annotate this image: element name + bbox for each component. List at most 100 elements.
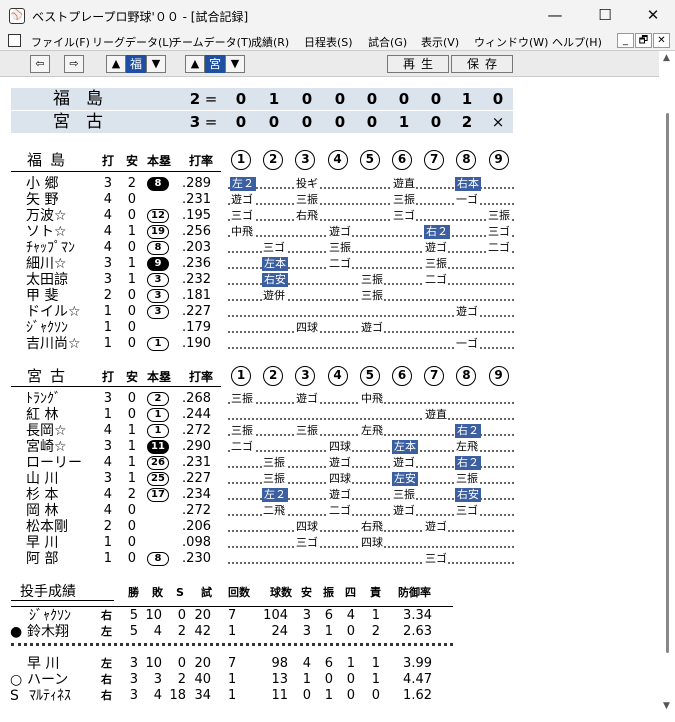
menu-view[interactable]: 表示(V) — [421, 34, 459, 50]
section-rule — [11, 171, 221, 172]
pitching-header: 敗 — [152, 586, 163, 599]
pitching-header: 振 — [323, 586, 334, 599]
pitcher-stat: 34 — [194, 688, 211, 703]
player-avg: .206 — [182, 519, 211, 534]
player-name[interactable]: 甲 斐 — [26, 288, 58, 304]
scroll-down-icon[interactable]: ▼ — [663, 701, 670, 711]
player-name[interactable]: ローリー — [26, 455, 82, 471]
menu-schedule[interactable]: 日程表(S) — [304, 34, 353, 50]
player-hits: 2 — [127, 487, 136, 502]
at-bat-result: 三振 — [230, 424, 254, 438]
vertical-scrollbar[interactable]: ▲ ▼ — [659, 51, 675, 722]
pitcher-name[interactable]: ハーン — [27, 672, 68, 688]
pitcher-result-mark: S — [10, 688, 19, 704]
pitcher-stat: 7 — [228, 608, 237, 623]
player-at-bats: 3 — [103, 176, 112, 191]
team1-down-arrow-icon[interactable]: ▼ — [146, 55, 166, 73]
player-name[interactable]: ドイル☆ — [26, 304, 81, 320]
at-bat-result: 三ゴ — [424, 552, 448, 566]
player-name[interactable]: 阿 部 — [26, 551, 58, 567]
prev-game-arrow-icon[interactable]: ⇦ — [30, 55, 50, 73]
menu-game[interactable]: 試合(G) — [368, 34, 407, 50]
player-name[interactable]: 小 郷 — [26, 176, 58, 192]
header-home-runs: 本塁 — [147, 154, 172, 168]
player-at-bats: 2 — [103, 288, 112, 303]
pitcher-stat: 0 — [371, 688, 380, 703]
player-name[interactable]: 細川☆ — [26, 256, 67, 272]
team1-selector[interactable]: 福 — [126, 55, 146, 73]
player-hits: 1 — [127, 455, 136, 470]
player-home-runs-badge: 19 — [147, 225, 169, 239]
mdi-close-button[interactable]: ✕ — [653, 33, 670, 48]
baseball-app-icon[interactable]: ⚾ — [9, 8, 25, 24]
player-at-bats: 1 — [103, 320, 112, 335]
at-bat-result: 左２ — [230, 177, 256, 191]
scroll-up-icon[interactable]: ▲ — [663, 53, 670, 63]
at-bat-result: 三振 — [360, 289, 384, 303]
team2-selector[interactable]: 宮 — [205, 55, 225, 73]
player-name[interactable]: 宮崎☆ — [26, 439, 67, 455]
maximize-button[interactable]: ☐ — [585, 4, 625, 26]
menu-league-data[interactable]: リーグデータ(L) — [92, 34, 173, 50]
player-name[interactable]: 吉川尚☆ — [26, 336, 81, 352]
player-name[interactable]: 杉 本 — [26, 487, 58, 503]
player-name[interactable]: 松本剛 — [26, 519, 68, 535]
player-name[interactable]: 紅 林 — [26, 407, 58, 423]
at-bat-result: 三振 — [262, 472, 286, 486]
mdi-minimize-button[interactable]: _ — [617, 33, 634, 48]
pitcher-stat: 1 — [371, 656, 380, 671]
minimize-button[interactable]: — — [535, 4, 575, 26]
scoreboard-inning-score: 0 — [235, 113, 247, 131]
player-avg: .268 — [182, 391, 211, 406]
player-name[interactable]: 万波☆ — [26, 208, 67, 224]
save-button[interactable]: 保存 — [451, 55, 513, 73]
document-icon[interactable] — [8, 34, 21, 47]
at-bat-result: 右２ — [455, 424, 481, 438]
player-at-bats: 4 — [103, 487, 112, 502]
player-name[interactable]: ﾄﾗﾝｸﾞ — [26, 391, 61, 407]
team1-up-arrow-icon[interactable]: ▲ — [106, 55, 126, 73]
scroll-thumb[interactable] — [666, 113, 669, 653]
at-bat-result: 遊ゴ — [455, 305, 479, 319]
team2-down-arrow-icon[interactable]: ▼ — [225, 55, 245, 73]
menu-help[interactable]: ヘルプ(H) — [552, 34, 602, 50]
player-name[interactable]: 岡 林 — [26, 503, 58, 519]
player-name[interactable]: 矢 野 — [26, 192, 58, 208]
team2-up-arrow-icon[interactable]: ▲ — [185, 55, 205, 73]
at-bat-result: 三ゴ — [392, 209, 416, 223]
player-name[interactable]: 山 川 — [26, 471, 58, 487]
play-button[interactable]: 再生 — [387, 55, 449, 73]
next-game-arrow-icon[interactable]: ⇨ — [64, 55, 84, 73]
close-button[interactable]: ✕ — [633, 4, 673, 26]
player-avg: .231 — [182, 192, 211, 207]
at-bat-result: 遊ゴ — [360, 321, 384, 335]
player-avg: .236 — [182, 256, 211, 271]
pitcher-stat: 2 — [371, 624, 380, 639]
inning-header-circle: 5 — [359, 366, 380, 386]
player-at-bats: 1 — [103, 336, 112, 351]
at-bat-result: 遊ゴ — [424, 520, 448, 534]
mdi-restore-button[interactable]: 🗗 — [635, 33, 652, 48]
at-bat-result: 四球 — [295, 520, 319, 534]
player-name[interactable]: ソト☆ — [26, 224, 67, 240]
pitching-header: S — [176, 586, 184, 599]
pitcher-name[interactable]: 早 川 — [27, 656, 59, 672]
at-bat-result: 三振 — [424, 257, 448, 271]
scoreboard-inning-score: 0 — [492, 90, 504, 108]
at-bat-result: 左飛 — [455, 440, 479, 454]
menu-bar: ファイル(F) リーグデータ(L) チームデータ(T) 成績(R) 日程表(S)… — [0, 31, 675, 51]
pitcher-name[interactable]: ｼﾞｬｸｿﾝ — [29, 608, 71, 624]
player-name[interactable]: ﾁｬｯﾌﾟﾏﾝ — [26, 240, 75, 256]
player-name[interactable]: 長岡☆ — [26, 423, 67, 439]
player-name[interactable]: ｼﾞｬｸｿﾝ — [26, 320, 68, 336]
pitcher-name[interactable]: ﾏﾙﾃｨﾈｽ — [29, 688, 71, 704]
pitcher-name[interactable]: 鈴木翔 — [27, 624, 69, 640]
player-name[interactable]: 太田諒 — [26, 272, 68, 288]
pitcher-result-mark: ○ — [10, 672, 23, 688]
player-name[interactable]: 早 川 — [26, 535, 58, 551]
menu-file[interactable]: ファイル(F) — [31, 34, 90, 50]
menu-stats[interactable]: 成績(R) — [251, 34, 289, 50]
player-home-runs-badge: 12 — [147, 209, 169, 223]
menu-team-data[interactable]: チームデータ(T) — [171, 34, 252, 50]
menu-window[interactable]: ウィンドウ(W) — [474, 34, 548, 50]
